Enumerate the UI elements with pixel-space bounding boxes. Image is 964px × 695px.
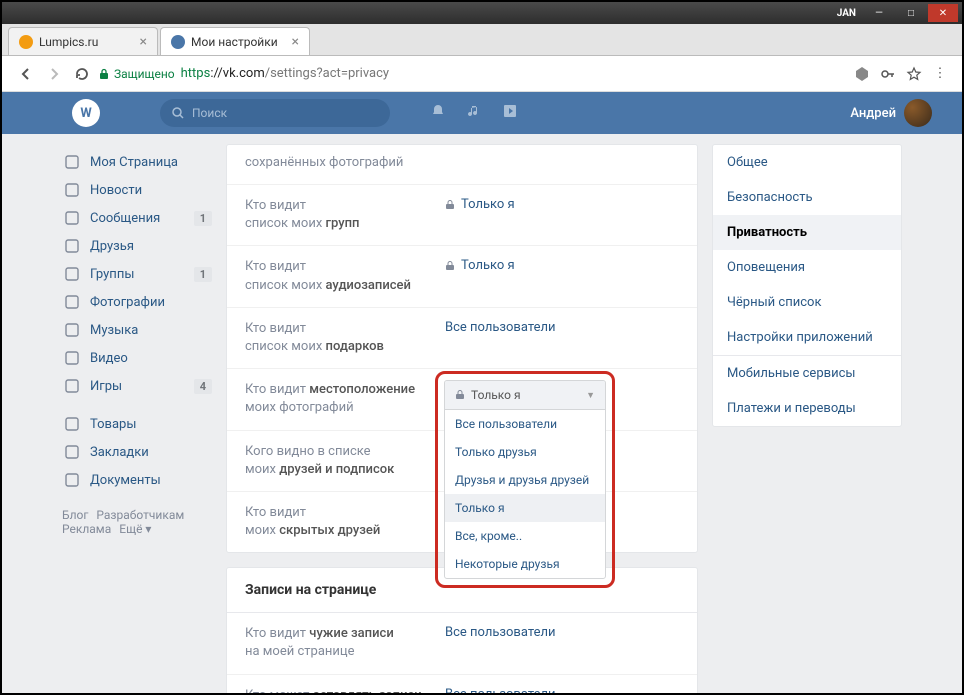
ads-link[interactable]: Реклама <box>62 522 111 536</box>
address-bar: Защищено https://vk.com/settings?act=pri… <box>2 56 962 92</box>
star-icon[interactable] <box>904 64 924 84</box>
url-text[interactable]: https://vk.com/settings?act=privacy <box>181 66 389 81</box>
left-nav: Моя СтраницаНовостиСообщения1ДрузьяГрупп… <box>62 134 212 695</box>
nav-market[interactable]: Товары <box>62 410 212 438</box>
row-location: Кто видит местоположениемоих фотографий … <box>227 368 697 429</box>
groups-icon <box>62 264 82 284</box>
nav-friends[interactable]: Друзья <box>62 232 212 260</box>
play-icon[interactable] <box>502 103 518 123</box>
bookmarks-icon <box>62 442 82 462</box>
favicon-vk <box>171 35 185 49</box>
chevron-down-icon: ▼ <box>586 390 595 401</box>
dd-option[interactable]: Некоторые друзья <box>445 550 605 578</box>
photos-icon <box>62 292 82 312</box>
nav-bookmarks[interactable]: Закладки <box>62 438 212 466</box>
video-icon <box>62 348 82 368</box>
close-button[interactable]: ✕ <box>928 4 958 22</box>
bell-icon[interactable] <box>430 103 446 123</box>
left-footer: Блог РазработчикамРеклама Ещё ▾ <box>62 508 212 536</box>
user-menu[interactable]: Андрей <box>850 99 932 127</box>
nav-messages[interactable]: Сообщения1 <box>62 204 212 232</box>
nav-home[interactable]: Моя Страница <box>62 148 212 176</box>
badge: 1 <box>194 267 212 282</box>
games-icon <box>62 376 82 396</box>
value-others-posts[interactable]: Все пользователи <box>445 625 556 640</box>
settings-tab[interactable]: Безопасность <box>713 180 901 215</box>
privacy-panel: сохранённых фотографий Кто видитсписок м… <box>226 144 698 553</box>
secure-indicator[interactable]: Защищено <box>98 67 175 81</box>
settings-tab[interactable]: Чёрный список <box>713 285 901 320</box>
minimize-button[interactable]: — <box>864 4 894 22</box>
nav-groups[interactable]: Группы1 <box>62 260 212 288</box>
docs-icon <box>62 470 82 490</box>
close-icon[interactable]: × <box>292 34 299 50</box>
badge: 1 <box>194 211 212 226</box>
settings-tab[interactable]: Общее <box>713 145 901 180</box>
messages-icon <box>62 208 82 228</box>
nav-photos[interactable]: Фотографии <box>62 288 212 316</box>
nav-music[interactable]: Музыка <box>62 316 212 344</box>
nav-docs[interactable]: Документы <box>62 466 212 494</box>
friends-icon <box>62 236 82 256</box>
dropdown-highlight: Только я ▼ Все пользователи Только друзь… <box>435 371 615 588</box>
value-can-post[interactable]: Все пользователи <box>445 687 556 695</box>
music-icon <box>62 320 82 340</box>
settings-tab[interactable]: Приватность <box>713 215 901 250</box>
settings-tab[interactable]: Оповещения <box>713 250 901 285</box>
home-icon <box>62 152 82 172</box>
forward-button[interactable] <box>42 62 66 86</box>
browser-tabs: Lumpics.ru × Мои настройки × <box>2 24 962 56</box>
maximize-button[interactable]: □ <box>896 4 926 22</box>
vk-logo-icon[interactable]: W <box>72 99 100 127</box>
adblock-icon[interactable] <box>852 64 872 84</box>
dd-option[interactable]: Друзья и друзья друзей <box>445 466 605 494</box>
settings-tab[interactable]: Мобильные сервисы <box>713 356 901 391</box>
nav-video[interactable]: Видео <box>62 344 212 372</box>
market-icon <box>62 414 82 434</box>
tab-vk-settings[interactable]: Мои настройки × <box>160 27 310 55</box>
settings-tab[interactable]: Платежи и переводы <box>713 391 901 426</box>
value-groups[interactable]: Только я <box>445 197 515 212</box>
row-can-post: Кто может оставлять записина моей страни… <box>227 674 697 695</box>
nav-games[interactable]: Игры4 <box>62 372 212 400</box>
more-link[interactable]: Ещё ▾ <box>119 522 151 536</box>
dd-option[interactable]: Только друзья <box>445 438 605 466</box>
close-icon[interactable]: × <box>140 34 147 50</box>
location-dropdown[interactable]: Только я ▼ Все пользователи Только друзь… <box>444 380 606 579</box>
blog-link[interactable]: Блог <box>62 508 88 522</box>
window-titlebar: JAN — □ ✕ <box>2 2 962 24</box>
value-gifts[interactable]: Все пользователи <box>445 320 556 335</box>
badge: 4 <box>194 379 212 394</box>
row-saved-photos: сохранённых фотографий <box>227 145 697 184</box>
nav-news[interactable]: Новости <box>62 176 212 204</box>
settings-tab[interactable]: Настройки приложений <box>713 320 901 355</box>
dd-option[interactable]: Все пользователи <box>445 410 605 438</box>
row-gifts: Кто видитсписок моих подарков Все пользо… <box>227 307 697 368</box>
row-audio: Кто видитсписок моих аудиозаписей Только… <box>227 245 697 306</box>
row-groups: Кто видитсписок моих групп Только я <box>227 184 697 245</box>
value-audio[interactable]: Только я <box>445 258 515 273</box>
avatar <box>904 99 932 127</box>
search-input[interactable]: Поиск <box>160 99 390 127</box>
menu-icon[interactable]: ⋮ <box>930 64 950 84</box>
vk-header: W Поиск Андрей <box>2 92 962 134</box>
dev-link[interactable]: Разработчикам <box>96 508 184 522</box>
jan-badge: JAN <box>837 8 856 19</box>
tab-lumpics[interactable]: Lumpics.ru × <box>8 27 158 55</box>
dropdown-selected[interactable]: Только я ▼ <box>445 381 605 410</box>
dd-option[interactable]: Все, кроме.. <box>445 522 605 550</box>
dd-option[interactable]: Только я <box>445 494 605 522</box>
reload-button[interactable] <box>70 62 94 86</box>
music-icon[interactable] <box>466 103 482 123</box>
favicon-lumpics <box>19 35 33 49</box>
settings-tabs: ОбщееБезопасностьПриватностьОповещенияЧё… <box>712 144 902 427</box>
row-others-posts: Кто видит чужие записина моей странице В… <box>227 613 697 673</box>
news-icon <box>62 180 82 200</box>
key-icon[interactable] <box>878 64 898 84</box>
back-button[interactable] <box>14 62 38 86</box>
